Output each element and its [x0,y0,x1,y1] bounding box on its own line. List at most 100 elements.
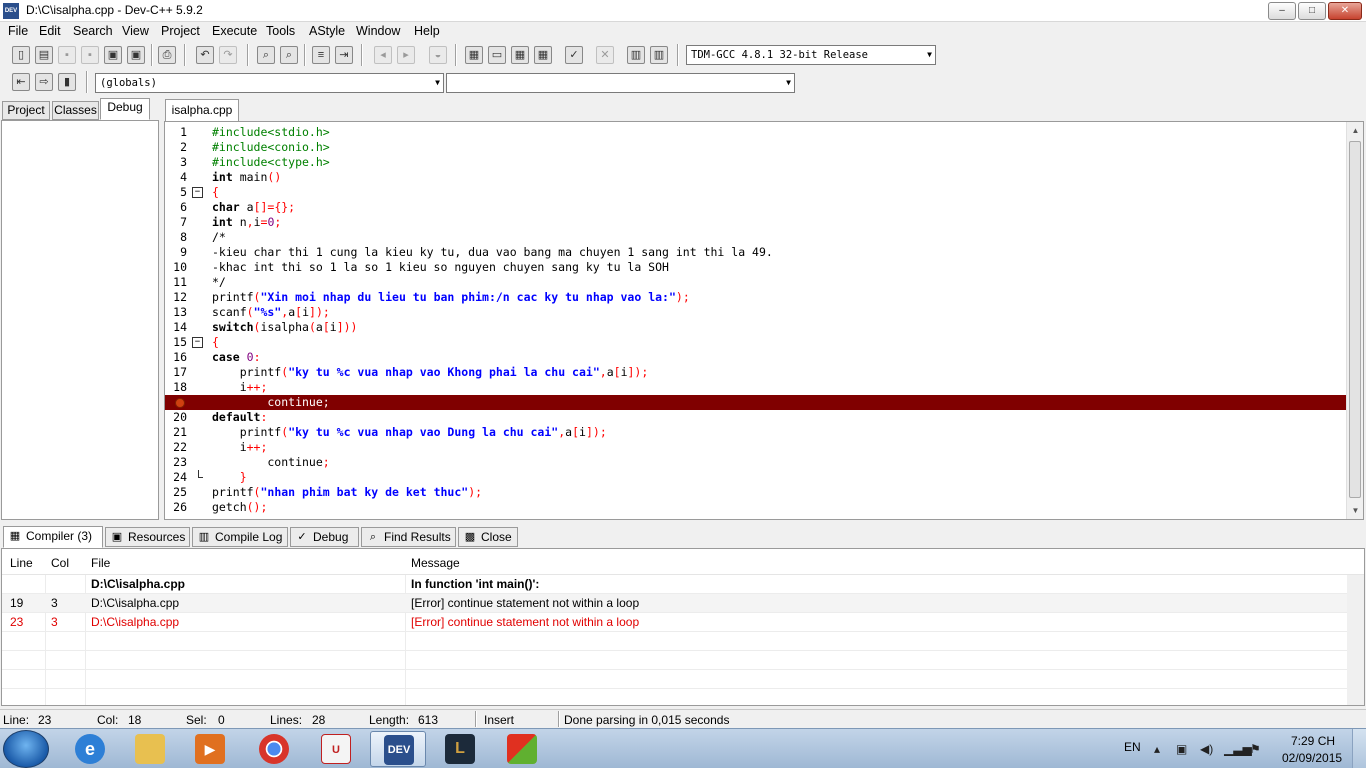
menu-window[interactable]: Window [356,24,400,38]
tab-compiler[interactable]: ▦ Compiler (3) [3,526,103,548]
code-line[interactable]: 6 char a[]={}; [165,200,1347,215]
delete-profile-icon[interactable]: ▥ [650,46,668,64]
language-indicator[interactable]: EN [1124,740,1141,754]
goto-declaration-icon[interactable]: ⇨ [35,73,53,91]
menu-tools[interactable]: Tools [266,24,295,38]
message-row[interactable]: D:\C\isalpha.cpp In function 'int main()'… [2,575,1347,594]
tab-debug[interactable]: Debug [100,98,150,120]
profile-chart-icon[interactable]: ▥ [627,46,645,64]
close-all-icon[interactable]: ▣ [127,46,145,64]
taskbar-ie[interactable]: e [62,731,118,767]
new-file-icon[interactable]: ▯ [12,46,30,64]
code-line[interactable]: 21 printf("ky tu %c vua nhap vao Dung la… [165,425,1347,440]
taskbar-league[interactable]: L [432,731,488,767]
find-icon[interactable]: ⌕ [257,46,275,64]
compile-icon[interactable]: ▦ [465,46,483,64]
indent-code-icon[interactable]: ⇤ [12,73,30,91]
code-line[interactable]: 14 switch(isalpha(a[i])) [165,320,1347,335]
volume-icon[interactable]: ◀) [1200,742,1213,756]
menu-astyle[interactable]: AStyle [309,24,345,38]
code-line[interactable]: 25 printf("nhan phim bat ky de ket thuc")… [165,485,1347,500]
scroll-down-icon[interactable]: ▼ [1347,502,1363,519]
code-line[interactable]: 18 i++; [165,380,1347,395]
close-window-button[interactable]: ✕ [1328,2,1362,20]
toggle-comment-icon[interactable]: ◒ [429,46,447,64]
function-select[interactable]: ▼ [446,73,795,93]
clock-time[interactable]: 7:29 CH [1291,734,1335,748]
code-line[interactable]: 22 i++; [165,440,1347,455]
scroll-thumb[interactable] [1349,141,1361,498]
save-icon[interactable]: ▪ [58,46,76,64]
scroll-up-icon[interactable]: ▲ [1347,122,1363,139]
syntax-check-icon[interactable]: ✓ [565,46,583,64]
compiler-select[interactable]: TDM-GCC 4.8.1 32-bit Release ▼ [686,45,936,65]
message-row[interactable]: 19 3 D:\C\isalpha.cpp [Error] continue stat… [2,594,1347,613]
code-line-error[interactable]: continue; [165,395,1347,410]
replace-icon[interactable]: ⌕ [280,46,298,64]
code-line[interactable]: 23 continue; [165,455,1347,470]
header-file[interactable]: File [91,556,110,570]
menu-edit[interactable]: Edit [39,24,61,38]
undo-icon[interactable]: ↶ [196,46,214,64]
code-line[interactable]: 1 #include<stdio.h> [165,125,1347,140]
header-col[interactable]: Col [51,556,69,570]
clock-date[interactable]: 02/09/2015 [1282,751,1342,765]
run-icon[interactable]: ▭ [488,46,506,64]
tab-resources[interactable]: ▣ Resources [105,527,190,547]
stop-execution-icon[interactable]: ✕ [596,46,614,64]
code-line[interactable]: 4 int main() [165,170,1347,185]
print-icon[interactable]: ⎙ [158,46,176,64]
editor-scrollbar[interactable]: ▲ ▼ [1346,122,1363,519]
tab-find-results[interactable]: ⌕ Find Results [361,527,456,547]
compile-run-icon[interactable]: ▦ [511,46,529,64]
code-editor[interactable]: 1 #include<stdio.h> 2 #include<conio.h> 3 #in… [164,121,1364,520]
tray-device-icon[interactable]: ▣ [1176,742,1187,756]
start-button[interactable] [3,730,49,768]
code-line[interactable]: 12 printf("Xin moi nhap du lieu tu ban ph… [165,290,1347,305]
code-line[interactable]: 3 #include<ctype.h> [165,155,1347,170]
maximize-button[interactable]: □ [1298,2,1326,20]
code-line[interactable]: 20 default: [165,410,1347,425]
redo-icon[interactable]: ↷ [219,46,237,64]
rebuild-all-icon[interactable]: ▦ [534,46,552,64]
header-line[interactable]: Line [10,556,33,570]
toggle-bookmark-icon[interactable]: ⇥ [335,46,353,64]
code-line[interactable]: 26 getch(); [165,500,1347,515]
code-line[interactable]: 17 printf("ky tu %c vua nhap vao Khong p… [165,365,1347,380]
taskbar-chrome[interactable] [246,731,302,767]
menu-search[interactable]: Search [73,24,113,38]
save-all-icon[interactable]: ▪ [81,46,99,64]
open-file-icon[interactable]: ▤ [35,46,53,64]
code-line[interactable]: 5−{ [165,185,1347,200]
menu-help[interactable]: Help [414,24,440,38]
devcpp-app-icon[interactable]: DEV [3,3,19,19]
network-signal-icon[interactable]: ▁▃▅ [1224,742,1252,756]
fold-toggle-icon[interactable]: − [192,187,203,198]
indent-icon[interactable]: ▸ [397,46,415,64]
menu-view[interactable]: View [122,24,149,38]
message-row[interactable]: 23 3 D:\C\isalpha.cpp [Error] continue stat… [2,613,1347,632]
taskbar-office[interactable] [494,731,550,767]
action-center-icon[interactable]: ⚑ [1250,742,1261,756]
messages-scrollbar[interactable] [1347,575,1364,705]
minimize-button[interactable]: – [1268,2,1296,20]
code-line[interactable]: 16 case 0: [165,350,1347,365]
tab-project[interactable]: Project [2,101,50,120]
code-line[interactable]: 13 scanf("%s",a[i]); [165,305,1347,320]
taskbar-devcpp[interactable]: DEV [370,731,426,767]
header-message[interactable]: Message [411,556,460,570]
taskbar-unikey[interactable]: U [308,731,364,767]
taskbar-media-player[interactable]: ▶ [182,731,238,767]
menu-project[interactable]: Project [161,24,200,38]
close-file-icon[interactable]: ▣ [104,46,122,64]
code-line[interactable]: 24 } [165,470,1347,485]
code-line[interactable]: 7 int n,i=0; [165,215,1347,230]
menu-execute[interactable]: Execute [212,24,257,38]
unindent-icon[interactable]: ◂ [374,46,392,64]
tab-debug-output[interactable]: ✓ Debug [290,527,359,547]
goto-line-icon[interactable]: ≡ [312,46,330,64]
tab-close[interactable]: ▩ Close [458,527,518,547]
show-desktop-button[interactable] [1352,729,1366,768]
code-line[interactable]: 9 -kieu char thi 1 cung la kieu ky tu, du… [165,245,1347,260]
tab-compile-log[interactable]: ▥ Compile Log [192,527,288,547]
